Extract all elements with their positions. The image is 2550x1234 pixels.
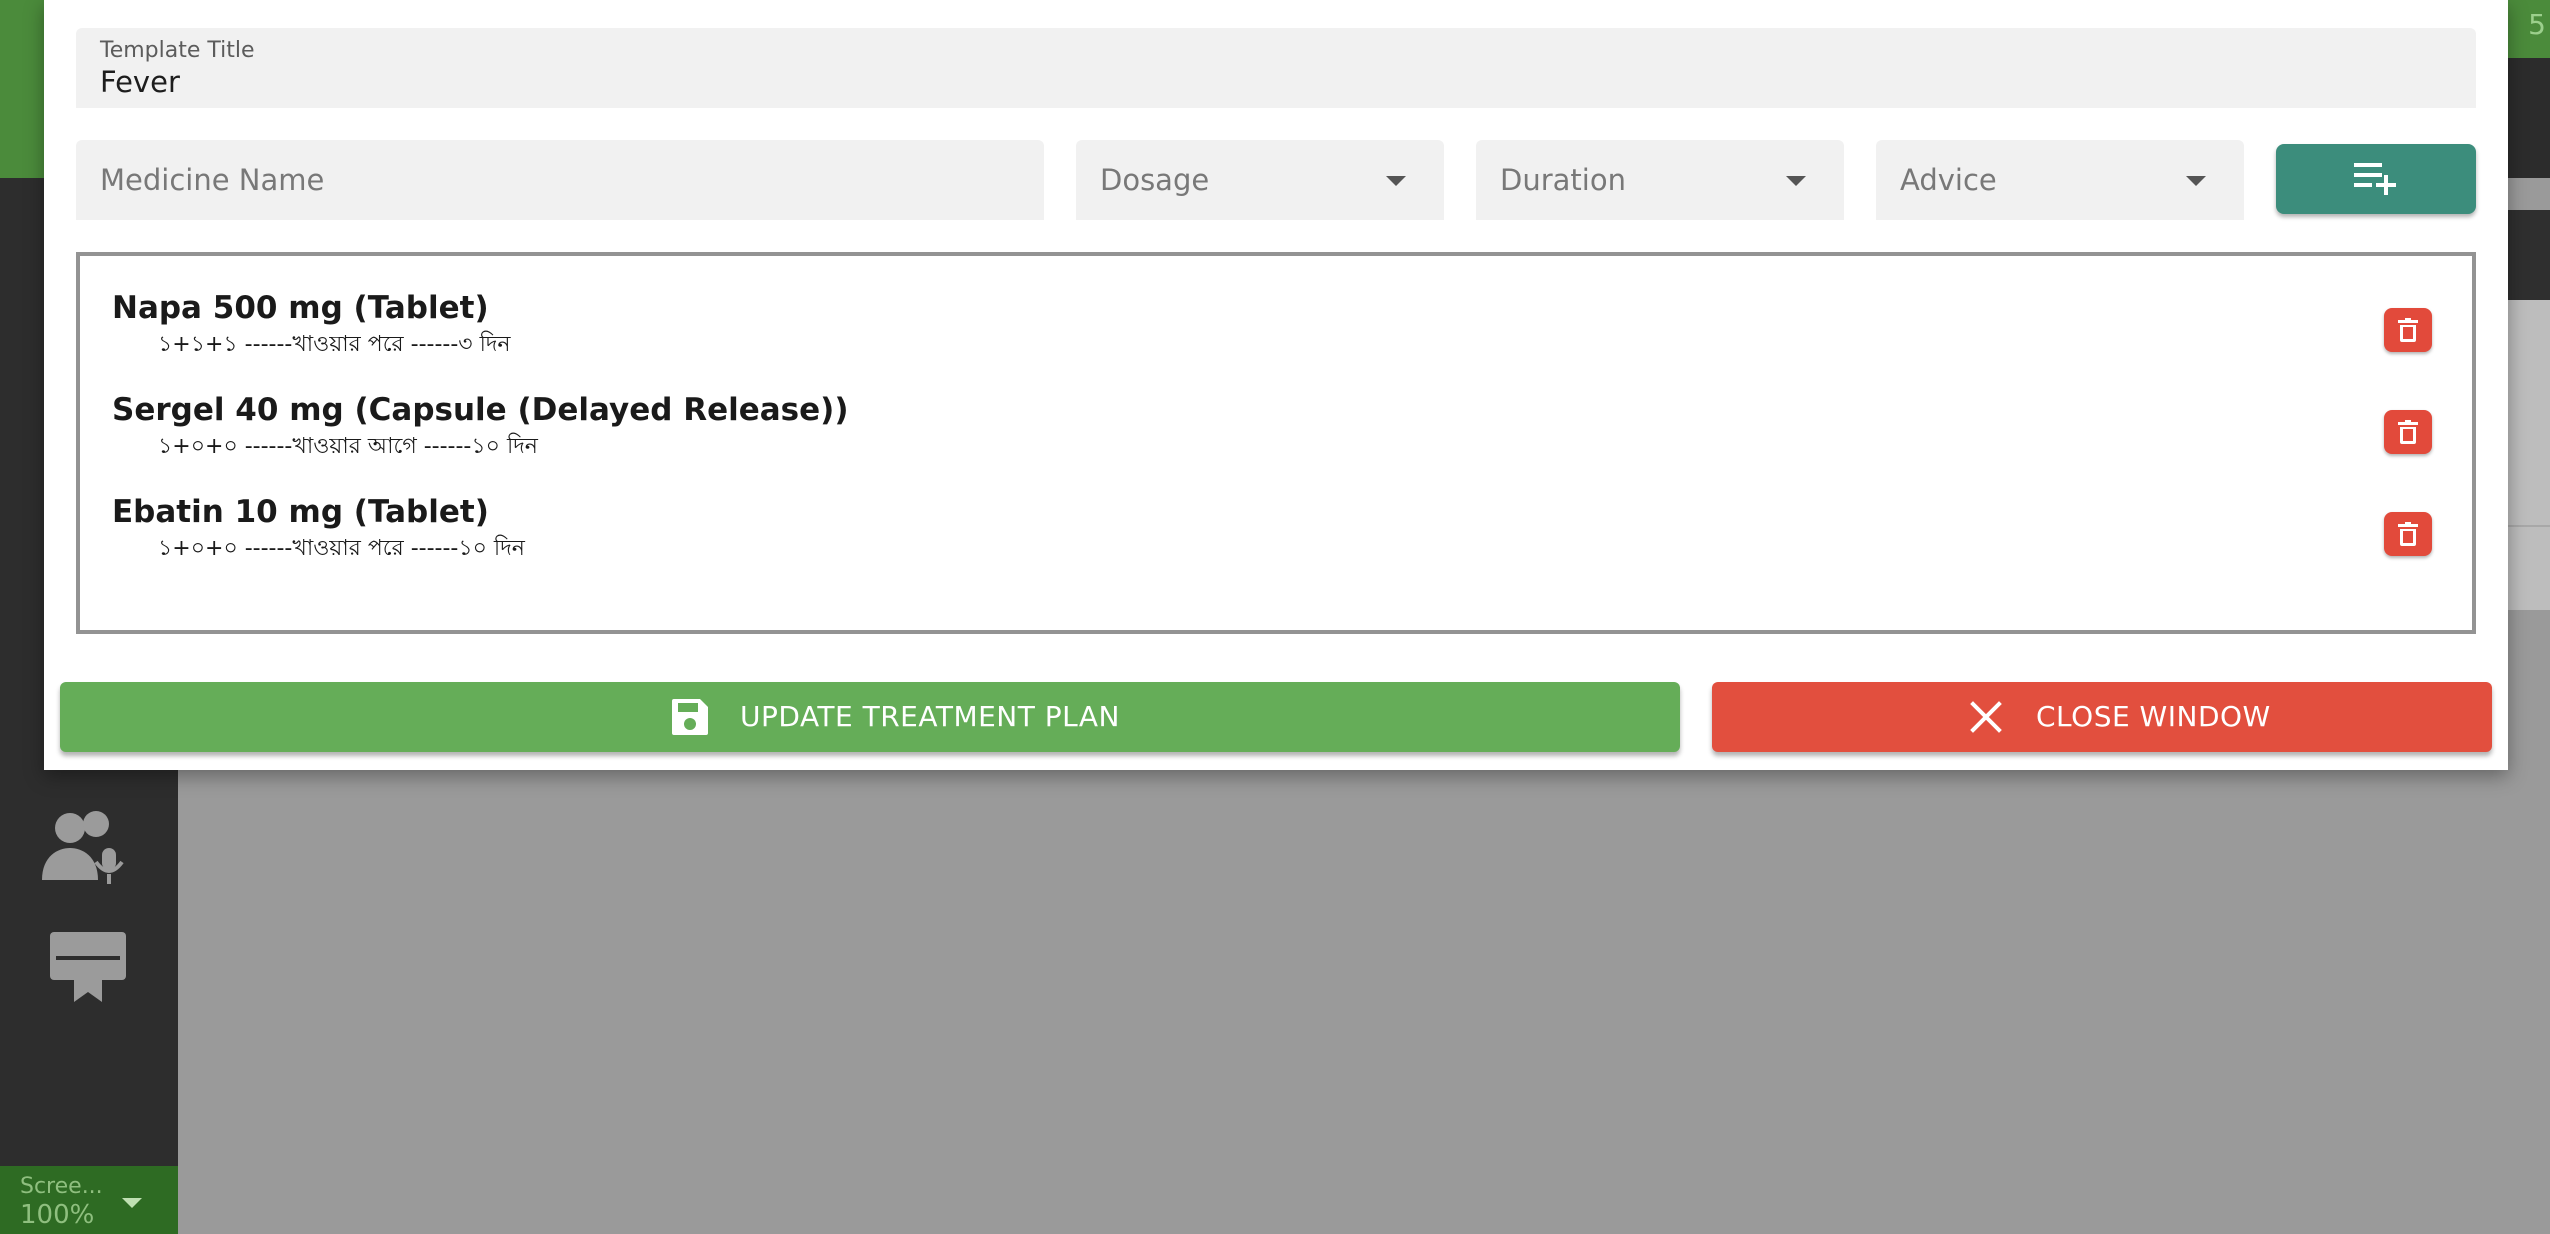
medicine-name-input[interactable]: Medicine Name <box>76 140 1044 220</box>
dosage-select[interactable]: Dosage <box>1076 140 1444 220</box>
trash-icon <box>2398 318 2418 342</box>
delete-medicine-button[interactable] <box>2384 308 2432 352</box>
list-item: Sergel 40 mg (Capsule (Delayed Release))… <box>112 390 2432 480</box>
header-counter: 5 <box>2528 8 2546 41</box>
advice-select[interactable]: Advice <box>1876 140 2244 220</box>
template-title-field[interactable]: Template Title Fever <box>76 28 2476 108</box>
chevron-down-icon <box>122 1198 142 1208</box>
close-icon <box>1970 701 2002 733</box>
screen-selector-label: Scree... <box>20 1174 103 1199</box>
template-title-value[interactable]: Fever <box>100 64 2452 100</box>
monitor-icon[interactable] <box>40 930 136 1010</box>
medicine-list: Napa 500 mg (Tablet) ১+১+১ ------খাওয়ার… <box>76 252 2476 634</box>
screen-selector-value: 100% <box>20 1200 95 1230</box>
template-title-label: Template Title <box>100 38 255 63</box>
chevron-down-icon <box>2186 176 2206 186</box>
medicine-detail: ১+০+০ ------খাওয়ার পরে ------১০ দিন <box>158 536 525 561</box>
delete-medicine-button[interactable] <box>2384 410 2432 454</box>
medicine-detail: ১+১+১ ------খাওয়ার পরে ------৩ দিন <box>158 332 511 357</box>
medicine-name: Napa 500 mg (Tablet) <box>112 290 489 326</box>
duration-select[interactable]: Duration <box>1476 140 1844 220</box>
duration-placeholder: Duration <box>1500 163 1626 197</box>
trash-icon <box>2398 420 2418 444</box>
update-button-label: UPDATE TREATMENT PLAN <box>740 700 1120 733</box>
close-window-button[interactable]: CLOSE WINDOW <box>1712 682 2492 752</box>
treatment-plan-modal: Template Title Fever Medicine Name Dosag… <box>44 0 2508 770</box>
list-item: Ebatin 10 mg (Tablet) ১+০+০ ------খাওয়া… <box>112 492 2432 582</box>
medicine-name-placeholder: Medicine Name <box>100 163 325 197</box>
chevron-down-icon <box>1786 176 1806 186</box>
medicine-detail: ১+০+০ ------খাওয়ার আগে ------১০ দিন <box>158 434 538 459</box>
close-button-label: CLOSE WINDOW <box>2036 700 2271 733</box>
medicine-name: Sergel 40 mg (Capsule (Delayed Release)) <box>112 392 849 428</box>
advice-placeholder: Advice <box>1900 163 1997 197</box>
trash-icon <box>2398 522 2418 546</box>
add-medicine-button[interactable] <box>2276 144 2476 214</box>
list-item: Napa 500 mg (Tablet) ১+১+১ ------খাওয়ার… <box>112 288 2432 378</box>
update-treatment-plan-button[interactable]: UPDATE TREATMENT PLAN <box>60 682 1680 752</box>
chevron-down-icon <box>1386 176 1406 186</box>
delete-medicine-button[interactable] <box>2384 512 2432 556</box>
screen-zoom-selector[interactable]: Scree... 100% <box>0 1166 178 1234</box>
user-voice-icon[interactable] <box>40 808 136 888</box>
playlist-add-icon <box>2354 163 2396 195</box>
save-icon <box>672 699 708 735</box>
dosage-placeholder: Dosage <box>1100 163 1210 197</box>
medicine-name: Ebatin 10 mg (Tablet) <box>112 494 489 530</box>
